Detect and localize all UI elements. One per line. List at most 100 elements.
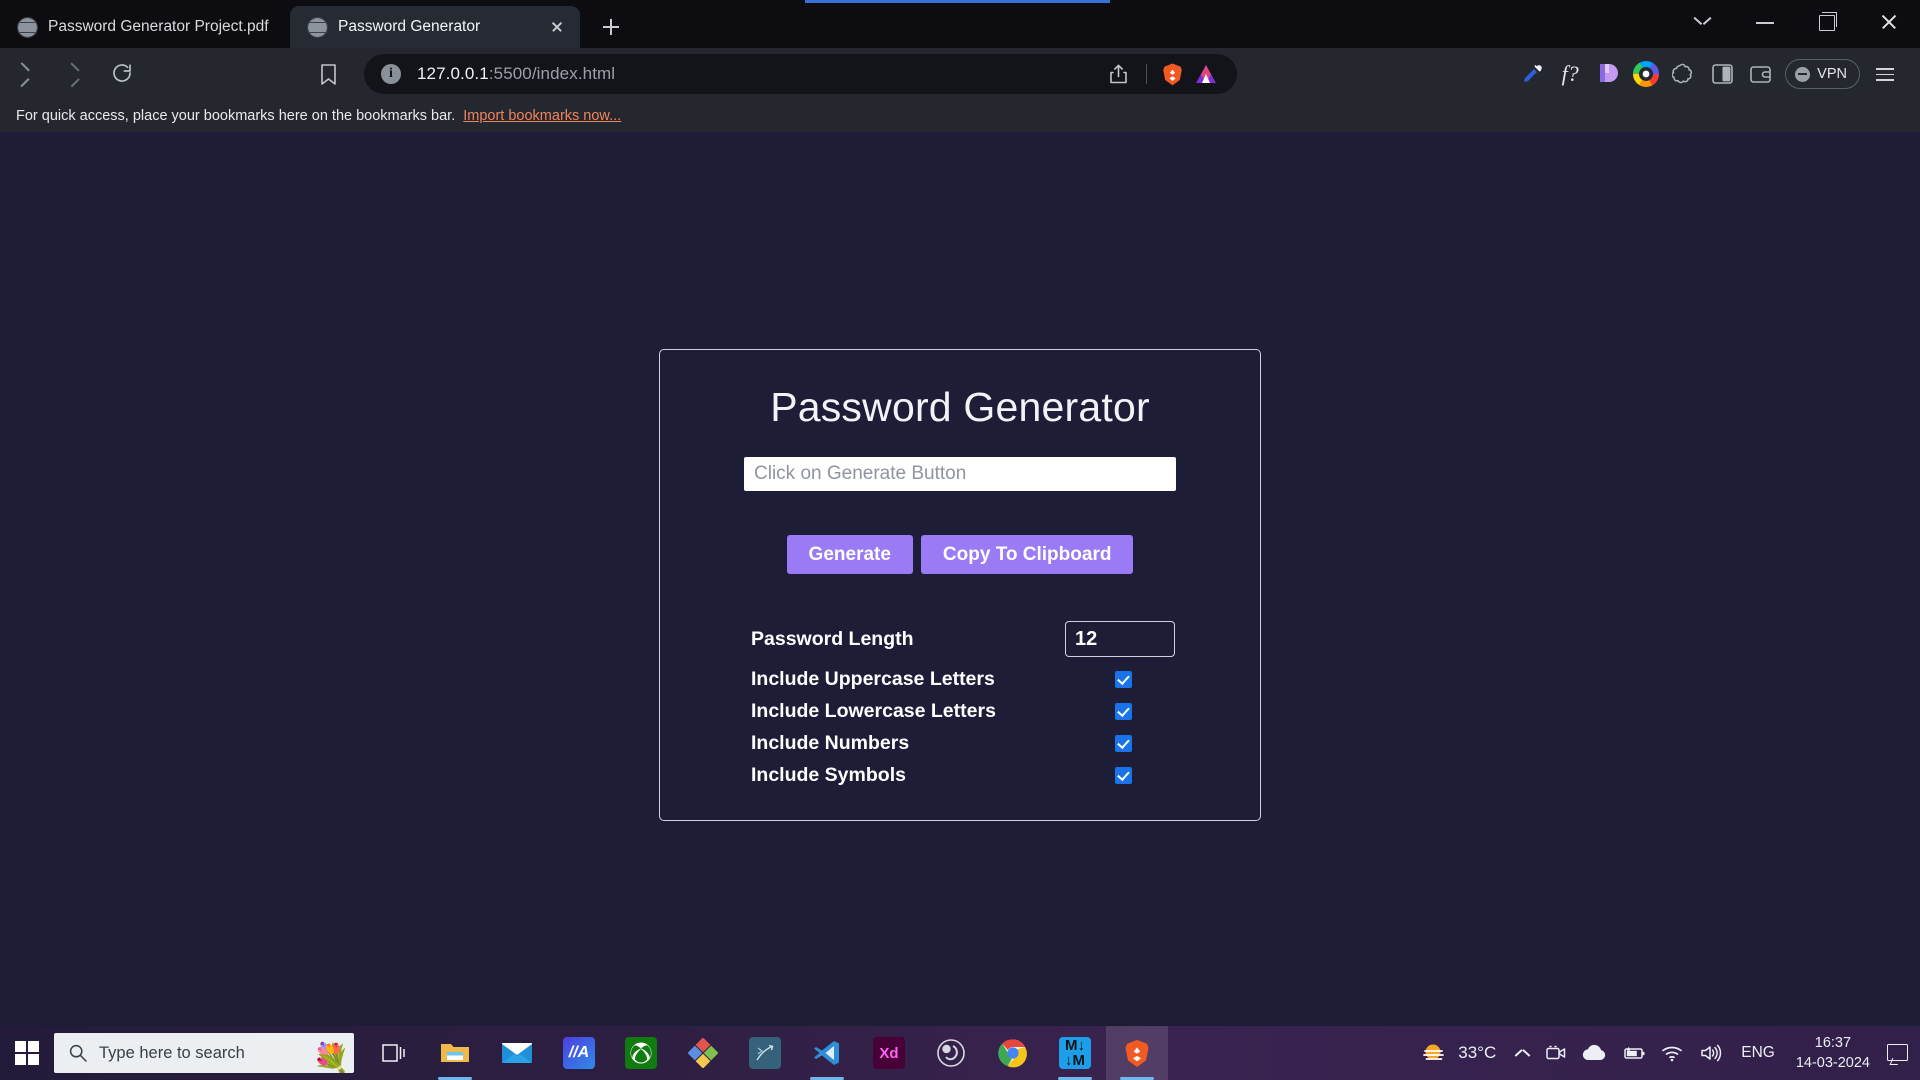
forward-button[interactable] (54, 54, 98, 94)
obs-studio-button[interactable] (920, 1026, 982, 1080)
xbox-button[interactable] (610, 1026, 672, 1080)
site-info-icon[interactable]: i (381, 64, 401, 84)
page-title: Password Generator (660, 384, 1260, 431)
close-icon[interactable] (546, 16, 568, 38)
option-label-symbols: Include Symbols (751, 764, 906, 787)
bookmark-icon[interactable] (306, 54, 352, 94)
option-label-numbers: Include Numbers (751, 732, 909, 755)
sidebar-panel-icon[interactable] (1703, 55, 1741, 93)
vs-code-button[interactable] (796, 1026, 858, 1080)
url-host: 127.0.0.1 (417, 64, 489, 83)
brave-rewards-triangle-icon[interactable] (1189, 57, 1223, 91)
weather-widget[interactable]: 33°C (1415, 1041, 1508, 1065)
sql-server-icon (749, 1037, 781, 1069)
checkbox-numbers[interactable] (1115, 735, 1132, 752)
mail-icon (501, 1040, 533, 1066)
generate-button[interactable]: Generate (787, 535, 913, 574)
password-length-input[interactable] (1065, 621, 1175, 657)
notification-center-icon[interactable] (1880, 1026, 1914, 1080)
close-window-button[interactable] (1858, 2, 1920, 42)
taskbar-clock[interactable]: 16:37 14-03-2024 (1786, 1033, 1880, 1073)
checkbox-lowercase[interactable] (1115, 703, 1132, 720)
task-view-icon (379, 1041, 407, 1065)
sql-server-button[interactable] (734, 1026, 796, 1080)
address-bar[interactable]: i 127.0.0.1:5500/index.html (364, 54, 1237, 94)
globe-icon (308, 18, 327, 37)
bookmarks-bar: For quick access, place your bookmarks h… (0, 100, 1920, 132)
taskbar-app-icons: //A (362, 1026, 1168, 1080)
bookmarks-message: For quick access, place your bookmarks h… (16, 108, 455, 124)
mail-button[interactable] (486, 1026, 548, 1080)
tab-password-generator[interactable]: Password Generator (290, 6, 580, 48)
vpn-status-icon (1795, 67, 1810, 82)
windows-taskbar: Type here to search 💐 (0, 1026, 1920, 1080)
start-button[interactable] (0, 1026, 54, 1080)
password-output-input[interactable] (744, 457, 1176, 491)
extensions-area: f? (1513, 55, 1910, 93)
clock-time: 16:37 (1815, 1033, 1851, 1053)
copy-to-clipboard-button[interactable]: Copy To Clipboard (921, 535, 1134, 574)
font-finder-icon[interactable]: f? (1551, 55, 1589, 93)
flowers-image: 💐 (313, 1045, 350, 1073)
eyedropper-icon[interactable] (1513, 55, 1551, 93)
web-page-content: Password Generator Generate Copy To Clip… (0, 132, 1920, 1026)
option-row-symbols: Include Symbols (751, 764, 1175, 787)
adobe-xd-button[interactable]: Xd (858, 1026, 920, 1080)
onedrive-cloud-icon[interactable] (1574, 1026, 1614, 1080)
adobe-xd-icon: Xd (873, 1037, 905, 1069)
puzzle-blob-icon[interactable] (1665, 55, 1703, 93)
obs-studio-icon (936, 1038, 966, 1068)
wifi-icon[interactable] (1654, 1026, 1692, 1080)
markdown-app-icon: M↓↓M (1059, 1037, 1091, 1069)
volume-icon[interactable] (1692, 1026, 1730, 1080)
options-list: Password Length Include Uppercase Letter… (660, 621, 1260, 787)
battery-charging-icon[interactable] (1614, 1026, 1654, 1080)
active-tab-accent (805, 0, 1110, 3)
search-icon (68, 1043, 88, 1063)
system-tray: 33°C (1415, 1026, 1920, 1080)
tab-search-chevron-down-icon[interactable] (1672, 2, 1734, 42)
maximize-restore-button[interactable] (1796, 2, 1858, 42)
markdown-app-button[interactable]: M↓↓M (1044, 1026, 1106, 1080)
checkbox-uppercase[interactable] (1115, 671, 1132, 688)
diamond-app-button[interactable] (672, 1026, 734, 1080)
password-generator-card: Password Generator Generate Copy To Clip… (659, 349, 1261, 821)
action-buttons: Generate Copy To Clipboard (660, 535, 1260, 574)
blue-a-app-button[interactable]: //A (548, 1026, 610, 1080)
language-indicator[interactable]: ENG (1730, 1026, 1786, 1080)
checkbox-symbols[interactable] (1115, 767, 1132, 784)
task-view-button[interactable] (362, 1026, 424, 1080)
tab-password-generator-project-pdf[interactable]: Password Generator Project.pdf (0, 6, 290, 48)
import-bookmarks-link[interactable]: Import bookmarks now... (463, 108, 621, 124)
purple-shape-icon[interactable] (1589, 55, 1627, 93)
minimize-button[interactable] (1734, 2, 1796, 42)
tab-strip: Password Generator Project.pdf Password … (0, 0, 1920, 48)
share-icon[interactable] (1100, 57, 1138, 91)
divider (1146, 64, 1147, 84)
window-controls (1672, 2, 1920, 42)
browser-menu-icon[interactable] (1866, 55, 1904, 93)
taskbar-search-box[interactable]: Type here to search 💐 (54, 1033, 354, 1073)
globe-icon (18, 18, 37, 37)
back-button[interactable] (10, 54, 54, 94)
google-chrome-button[interactable] (982, 1026, 1044, 1080)
brave-lion-icon[interactable] (1155, 57, 1189, 91)
url-path: :5500/index.html (489, 64, 615, 83)
brave-browser-button[interactable] (1106, 1026, 1168, 1080)
font-finder-glyph: f? (1562, 61, 1579, 87)
option-row-lowercase: Include Lowercase Letters (751, 700, 1175, 723)
vpn-button[interactable]: VPN (1785, 59, 1860, 89)
new-tab-button[interactable] (594, 10, 628, 44)
password-length-label: Password Length (751, 628, 914, 651)
google-chrome-icon (998, 1038, 1028, 1068)
reload-button[interactable] (98, 54, 146, 94)
color-wheel-icon[interactable] (1627, 55, 1665, 93)
file-explorer-button[interactable] (424, 1026, 486, 1080)
file-explorer-icon (439, 1039, 471, 1067)
brave-browser-icon (1122, 1038, 1152, 1069)
wallet-icon[interactable] (1741, 55, 1779, 93)
password-length-row: Password Length (751, 621, 1175, 657)
option-row-numbers: Include Numbers (751, 732, 1175, 755)
show-hidden-icons-chevron-up-icon[interactable] (1508, 1026, 1538, 1080)
camera-icon[interactable] (1538, 1026, 1574, 1080)
